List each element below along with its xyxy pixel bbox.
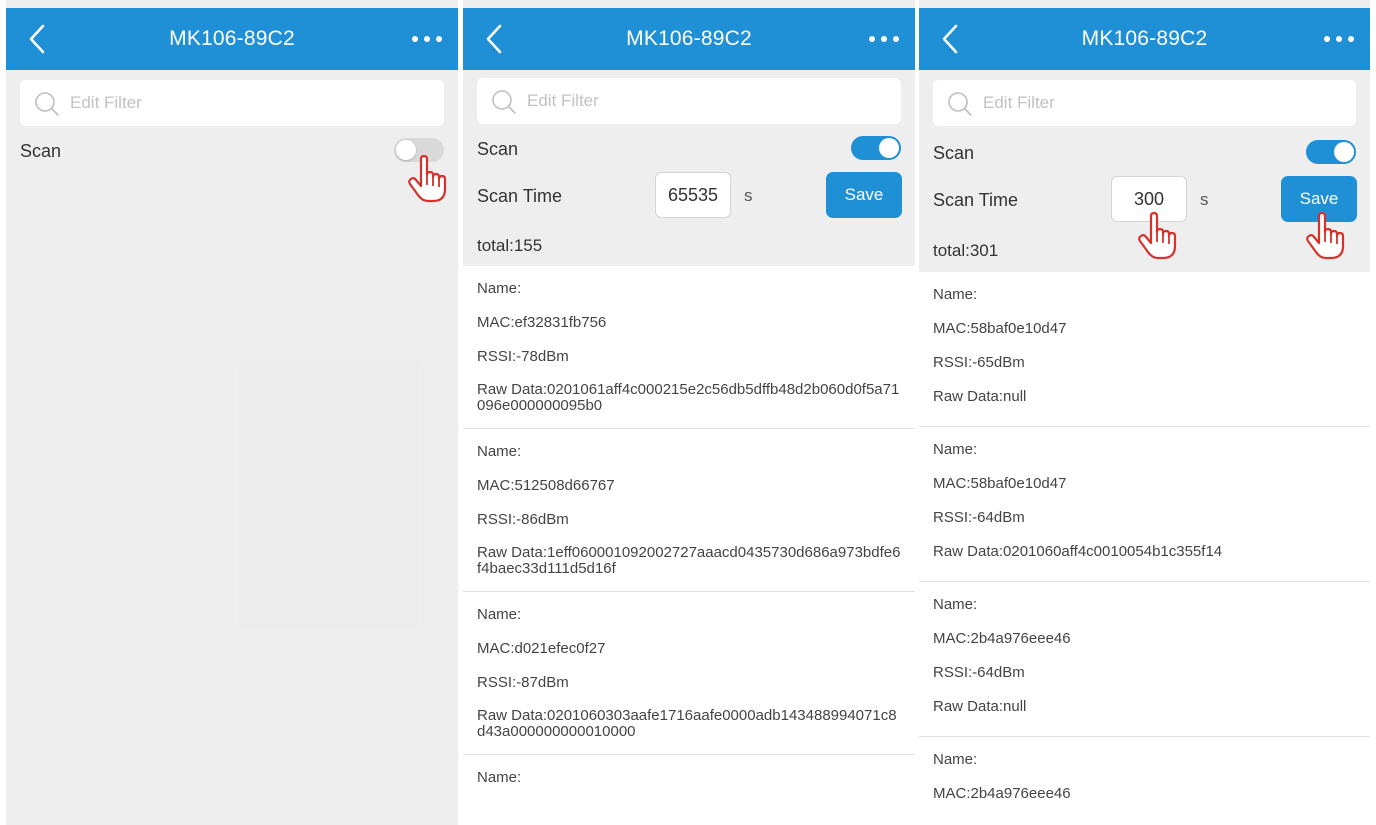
hand-pointer-icon	[1138, 212, 1177, 260]
filter-input[interactable]: Edit Filter	[933, 80, 1356, 126]
list-item[interactable]: Name: MAC:d021efec0f27 RSSI:-87dBm Raw D…	[463, 592, 915, 755]
total-count: total:301	[933, 241, 999, 260]
scan-toggle[interactable]	[1306, 140, 1356, 164]
toggle-knob	[1334, 142, 1354, 162]
device-name: Name:	[933, 441, 978, 458]
device-rssi: RSSI:-86dBm	[477, 511, 569, 528]
top-bar: MK106-89C2	[463, 8, 915, 70]
device-rssi: RSSI:-78dBm	[477, 348, 569, 365]
device-raw-data: Raw Data:null	[933, 388, 1027, 405]
device-raw-data: Raw Data:0201061aff4c000215e2c56db5dffb4…	[477, 381, 900, 414]
device-rssi: RSSI:-64dBm	[933, 509, 1025, 526]
device-mac: MAC:58baf0e10d47	[933, 475, 1067, 492]
device-rssi: RSSI:-65dBm	[933, 354, 1025, 371]
device-name: Name:	[477, 280, 522, 297]
hand-pointer-icon	[408, 155, 447, 203]
device-list: Name: MAC:ef32831fb756 RSSI:-78dBm Raw D…	[463, 266, 915, 825]
device-name: Name:	[933, 596, 978, 613]
scan-label: Scan	[933, 143, 975, 163]
faded-overlay	[239, 360, 419, 628]
device-name: Name:	[477, 769, 522, 786]
search-icon	[948, 92, 972, 116]
scan-label: Scan	[477, 139, 519, 159]
device-raw-data: Raw Data:0201060303aafe1716aafe0000adb14…	[477, 707, 897, 740]
filter-placeholder: Edit Filter	[70, 93, 142, 112]
device-mac: MAC:2b4a976eee46	[933, 785, 1071, 802]
total-count: total:155	[477, 236, 543, 255]
page-title: MK106-89C2	[626, 27, 752, 50]
device-mac: MAC:512508d66767	[477, 477, 615, 494]
page-title: MK106-89C2	[1081, 27, 1208, 50]
screen-scan-off: MK106-89C2 Edit Filter Scan	[6, 0, 458, 825]
list-item[interactable]: Name: MAC:58baf0e10d47 RSSI:-64dBm Raw D…	[919, 427, 1370, 582]
device-mac: MAC:2b4a976eee46	[933, 630, 1071, 647]
device-mac: MAC:d021efec0f27	[477, 640, 606, 657]
search-icon	[35, 92, 59, 116]
save-button[interactable]: Save	[826, 172, 902, 218]
top-bar: MK106-89C2	[6, 8, 458, 70]
scan-time-unit: s	[1200, 190, 1209, 209]
device-name: Name:	[477, 443, 522, 460]
list-item[interactable]: Name: MAC:2b4a976eee46 RSSI:-64dBm Raw D…	[919, 582, 1370, 737]
device-list: Name: MAC:58baf0e10d47 RSSI:-65dBm Raw D…	[919, 272, 1370, 825]
device-raw-data: Raw Data:0201060aff4c0010054b1c355f14	[933, 543, 1223, 560]
device-name: Name:	[933, 751, 978, 768]
scan-time-label: Scan Time	[477, 186, 563, 206]
device-rssi: RSSI:-64dBm	[933, 664, 1025, 681]
scan-time-unit: s	[744, 186, 753, 205]
list-item[interactable]: Name: MAC:ef32831fb756 RSSI:-78dBm Raw D…	[463, 266, 915, 429]
filter-placeholder: Edit Filter	[983, 93, 1055, 112]
list-item[interactable]: Name: MAC:512508d66767 RSSI:-86dBm Raw D…	[463, 429, 915, 592]
scan-time-label: Scan Time	[933, 190, 1019, 210]
page-title: MK106-89C2	[169, 27, 295, 50]
device-rssi: RSSI:-87dBm	[477, 674, 569, 691]
device-name: Name:	[933, 286, 978, 303]
device-mac: MAC:58baf0e10d47	[933, 320, 1067, 337]
toggle-knob	[879, 138, 899, 158]
scan-toggle[interactable]	[851, 136, 901, 160]
screens: MK106-89C2 Edit Filter Scan MK106-89C2 E…	[0, 0, 1376, 825]
search-icon	[492, 90, 516, 114]
filter-input[interactable]: Edit Filter	[477, 78, 901, 124]
scan-time-input[interactable]: 65535	[655, 172, 731, 218]
device-name: Name:	[477, 606, 522, 623]
list-item[interactable]: Name: MAC:58baf0e10d47 RSSI:-65dBm Raw D…	[919, 272, 1370, 427]
more-icon[interactable]	[869, 32, 899, 46]
device-raw-data: Raw Data:null	[933, 698, 1027, 715]
device-raw-data: Raw Data:1eff060001092002727aaacd0435730…	[477, 544, 901, 577]
screen-scan-on: MK106-89C2 Edit Filter Scan Scan Time 65…	[463, 0, 915, 825]
more-icon[interactable]	[1324, 32, 1354, 46]
filter-placeholder: Edit Filter	[527, 91, 599, 110]
scan-label: Scan	[20, 141, 62, 161]
filter-input[interactable]: Edit Filter	[20, 80, 444, 126]
screen-scan-time-set: MK106-89C2 Edit Filter Scan Scan Time 30…	[919, 0, 1370, 825]
top-bar: MK106-89C2	[919, 8, 1370, 70]
more-icon[interactable]	[412, 32, 442, 46]
device-mac: MAC:ef32831fb756	[477, 314, 607, 331]
list-item[interactable]: Name:	[463, 755, 915, 807]
hand-pointer-icon	[1306, 212, 1345, 260]
list-item[interactable]: Name: MAC:2b4a976eee46	[919, 737, 1370, 823]
